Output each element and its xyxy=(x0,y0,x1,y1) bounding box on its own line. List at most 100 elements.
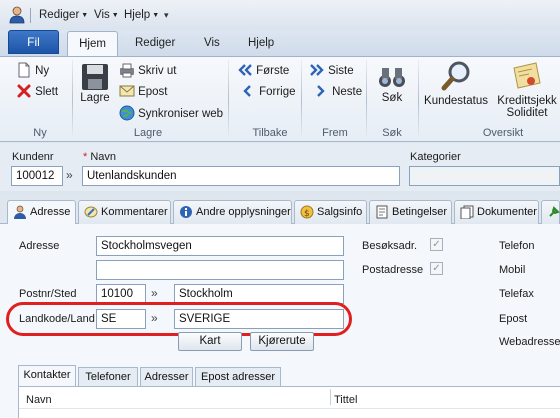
postal-address-checkbox[interactable]: ✓ xyxy=(430,262,443,275)
email-label: Epost xyxy=(138,86,168,98)
certificate-icon xyxy=(511,60,543,92)
country-code-field[interactable]: SE xyxy=(96,309,146,329)
country-label: Landkode/Land xyxy=(19,313,95,325)
delete-x-icon xyxy=(16,83,32,99)
tab-help[interactable]: Hjelp xyxy=(248,37,274,49)
delete-button[interactable]: Slett xyxy=(16,83,58,99)
sync-web-button[interactable]: Synkroniser web xyxy=(119,105,223,121)
first-button[interactable]: Første xyxy=(237,62,289,78)
document-seal-icon xyxy=(375,205,389,219)
save-label: Lagre xyxy=(80,92,110,104)
column-header-navn[interactable]: Navn xyxy=(26,394,52,406)
binoculars-icon xyxy=(377,62,407,92)
tab-andre-opplysninger[interactable]: Andre opplysninger xyxy=(173,200,292,224)
web-address-label: Webadresse xyxy=(499,336,560,348)
postal-lookup-icon[interactable]: » xyxy=(151,286,158,300)
grid-header-line xyxy=(19,408,560,409)
person-icon xyxy=(13,205,27,219)
tab-view[interactable]: Vis xyxy=(204,37,220,49)
email-button[interactable]: Epost xyxy=(119,83,167,99)
svg-text:$: $ xyxy=(304,209,310,219)
sales-icon: $ xyxy=(300,205,314,219)
next-button[interactable]: Neste xyxy=(313,83,362,99)
address-line1-field[interactable]: Stockholmsvegen xyxy=(96,236,344,256)
visit-address-checkbox[interactable]: ✓ xyxy=(430,238,443,251)
tab-more[interactable] xyxy=(541,200,560,224)
credit-check-label: Kredittsjekk Soliditet xyxy=(497,95,557,119)
customer-name-field[interactable]: Utenlandskunden xyxy=(82,166,400,186)
postal-label: Postnr/Sted xyxy=(19,288,77,300)
delete-label: Slett xyxy=(35,86,59,98)
tab-edit[interactable]: Rediger xyxy=(135,37,175,49)
qab-separator xyxy=(30,8,31,23)
tab-salgsinfo[interactable]: $ Salgsinfo xyxy=(294,200,367,224)
group-label-tilbake: Tilbake xyxy=(252,127,288,139)
pin-icon xyxy=(547,205,560,219)
new-document-icon xyxy=(16,62,32,78)
magnifier-icon xyxy=(440,60,472,92)
tab-file[interactable]: Fil xyxy=(8,30,59,54)
floppy-disk-icon xyxy=(80,62,110,92)
group-label-ny: Ny xyxy=(33,127,47,139)
menu-vis[interactable]: Vis ▼ xyxy=(94,9,119,21)
column-header-tittel[interactable]: Tittel xyxy=(334,394,357,406)
double-chevron-right-icon xyxy=(309,62,325,78)
categories-field[interactable] xyxy=(409,166,560,186)
country-lookup-icon[interactable]: » xyxy=(151,311,158,325)
tab-kontakter[interactable]: Kontakter xyxy=(18,365,76,387)
last-label: Siste xyxy=(328,65,354,77)
mobile-label: Mobil xyxy=(499,264,526,276)
user-icon[interactable] xyxy=(8,6,26,24)
map-button[interactable]: Kart xyxy=(178,332,242,351)
customer-number-field[interactable]: 100012 xyxy=(11,166,63,186)
customize-qab-icon[interactable]: ▾ xyxy=(164,10,169,21)
contacts-grid[interactable] xyxy=(18,386,560,418)
tab-home[interactable]: Hjem xyxy=(67,31,118,57)
name-label: * Navn xyxy=(83,151,117,163)
chevron-left-icon xyxy=(240,83,256,99)
address-label: Adresse xyxy=(19,240,60,252)
tab-adresse[interactable]: Adresse xyxy=(7,200,76,225)
city-field[interactable]: Stockholm xyxy=(174,284,344,304)
postal-code-field[interactable]: 10100 xyxy=(96,284,146,304)
ribbon-separator xyxy=(366,60,367,140)
next-label: Neste xyxy=(332,86,363,98)
last-button[interactable]: Siste xyxy=(309,62,354,78)
menu-rediger[interactable]: Rediger ▼ xyxy=(39,9,88,21)
print-label: Skriv ut xyxy=(138,65,177,77)
comment-pen-icon xyxy=(84,205,98,219)
tab-epost-adresser[interactable]: Epost adresser xyxy=(195,367,281,387)
documents-icon xyxy=(460,205,474,220)
customer-number-label: Kundenr xyxy=(12,151,54,163)
double-chevron-left-icon xyxy=(237,62,253,78)
search-label: Søk xyxy=(381,92,403,104)
customer-status-button[interactable]: Kundestatus xyxy=(422,60,490,112)
fax-label: Telefax xyxy=(499,288,534,300)
lookup-icon[interactable]: » xyxy=(66,168,73,182)
info-icon xyxy=(179,205,193,219)
email-icon xyxy=(119,83,135,99)
search-button[interactable]: Søk xyxy=(372,62,412,112)
previous-button[interactable]: Forrige xyxy=(240,83,296,99)
tab-kommentarer[interactable]: Kommentarer xyxy=(78,200,171,224)
country-name-field[interactable]: SVERIGE xyxy=(174,309,344,329)
credit-check-button[interactable]: Kredittsjekk Soliditet xyxy=(494,60,560,122)
ribbon-separator xyxy=(301,60,302,140)
tab-adresser[interactable]: Adresser xyxy=(140,367,193,387)
save-button[interactable]: Lagre xyxy=(78,62,112,112)
previous-label: Forrige xyxy=(259,86,296,98)
route-button[interactable]: Kjørerute xyxy=(250,332,314,351)
tab-betingelser[interactable]: Betingelser xyxy=(369,200,452,224)
menu-hjelp[interactable]: Hjelp ▼ xyxy=(124,9,159,21)
print-button[interactable]: Skriv ut xyxy=(119,62,176,78)
printer-icon xyxy=(119,62,135,78)
new-button[interactable]: Ny xyxy=(16,62,49,78)
chevron-right-icon xyxy=(313,83,329,99)
tab-telefoner[interactable]: Telefoner xyxy=(78,367,138,387)
phone-label: Telefon xyxy=(499,240,535,252)
email-label: Epost xyxy=(499,313,528,325)
ribbon-separator xyxy=(418,60,419,140)
address-line2-field[interactable] xyxy=(96,260,344,280)
tab-dokumenter[interactable]: Dokumenter xyxy=(454,200,539,224)
new-label: Ny xyxy=(35,65,50,77)
